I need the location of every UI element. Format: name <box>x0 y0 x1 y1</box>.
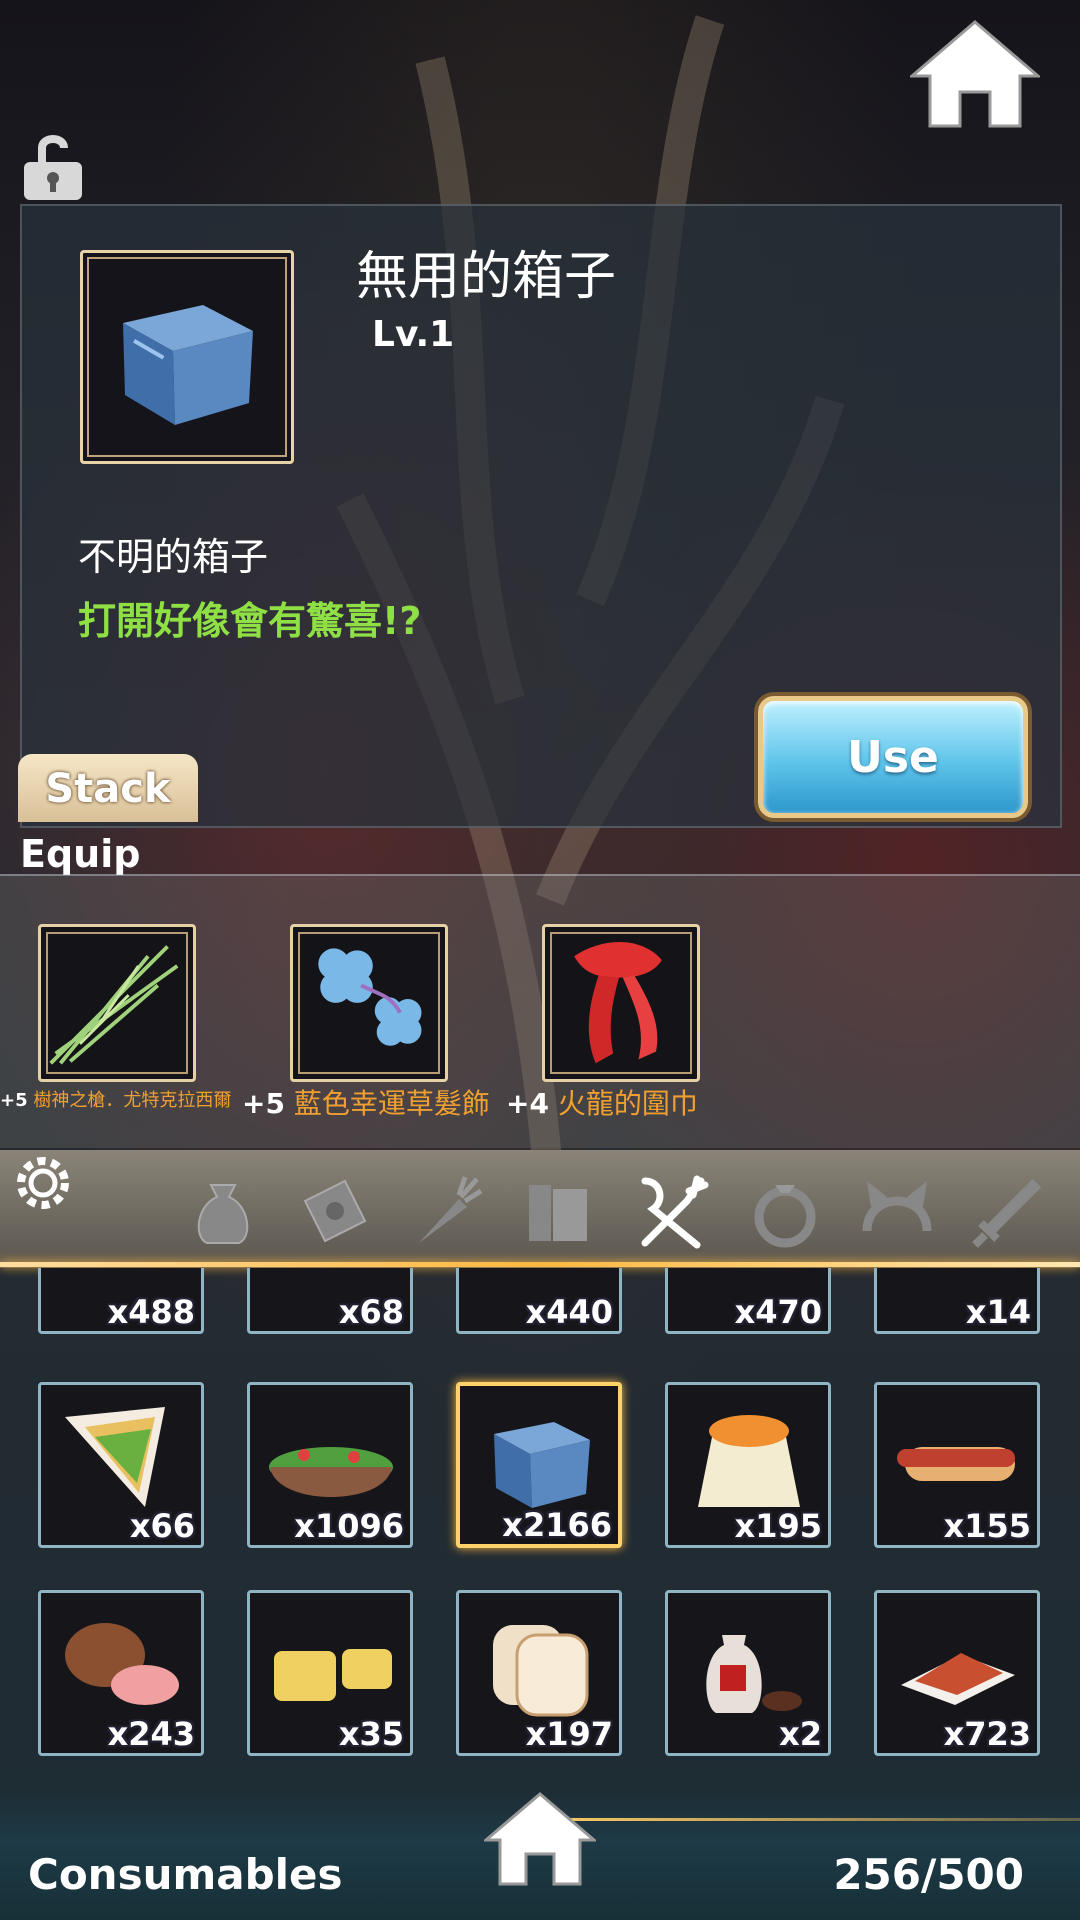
home-icon[interactable] <box>910 18 1040 130</box>
equip-caption-3: +4 火龍的圍巾 <box>506 1087 698 1120</box>
inventory-slot-spice[interactable]: x723 <box>874 1590 1040 1756</box>
inventory-slot-wine-jar[interactable]: x2 <box>665 1590 831 1756</box>
tab-headband[interactable] <box>854 1168 940 1254</box>
utensils-icon <box>641 1175 709 1249</box>
stack-tab[interactable]: Stack <box>18 754 198 822</box>
equip-caption-2: +5 藍色幸運草髮飾 <box>242 1087 490 1120</box>
inventory-grid: x488 x68 x440 x470 x14 x66 x1096 x2166 x… <box>0 1268 1080 1788</box>
bread-icon <box>493 1625 589 1717</box>
tab-underline <box>0 1262 1080 1267</box>
equip-slot-1[interactable] <box>38 924 196 1082</box>
item-level: Lv.1 <box>372 314 455 355</box>
item-hint: 打開好像會有驚喜!? <box>78 599 422 643</box>
hotdog-icon <box>897 1447 1015 1481</box>
clover-hairpin-icon <box>318 948 422 1046</box>
spear-icon <box>49 945 179 1065</box>
sword-icon <box>972 1178 1042 1248</box>
tab-food-ingredients[interactable] <box>404 1168 490 1254</box>
box-icon <box>123 305 253 425</box>
sandwich-icon <box>65 1407 165 1507</box>
footer-accent-line <box>540 1818 1080 1821</box>
unlock-icon[interactable] <box>20 130 86 202</box>
pudding-icon <box>698 1415 800 1507</box>
tab-bag[interactable] <box>180 1168 266 1254</box>
use-button[interactable]: Use <box>758 696 1028 818</box>
books-icon <box>529 1185 587 1241</box>
ham-icon <box>65 1623 179 1705</box>
inventory-slot-ham[interactable]: x243 <box>38 1590 204 1756</box>
inventory-slot-box-selected[interactable]: x2166 <box>456 1382 622 1548</box>
inventory-slot[interactable]: x14 <box>874 1268 1040 1334</box>
box-icon <box>494 1422 590 1508</box>
item-name: 無用的箱子 <box>356 247 617 307</box>
ring-icon <box>754 1185 816 1248</box>
carrot-icon <box>419 1176 483 1243</box>
inventory-count: 256/500 <box>833 1850 1024 1899</box>
inventory-slot[interactable]: x68 <box>247 1268 413 1334</box>
item-description: 不明的箱子 <box>78 535 269 579</box>
inventory-slot-salad[interactable]: x1096 <box>247 1382 413 1548</box>
item-icon-frame <box>80 250 294 464</box>
settings-gear-icon[interactable] <box>8 1148 78 1218</box>
equip-label: Equip <box>20 832 141 876</box>
equip-slot-3[interactable] <box>542 924 700 1082</box>
wine-jar-icon <box>706 1635 802 1713</box>
tab-books[interactable] <box>516 1168 602 1254</box>
cheese-icon <box>274 1649 392 1701</box>
tab-weapon[interactable] <box>966 1168 1052 1254</box>
inventory-slot-sandwich[interactable]: x66 <box>38 1382 204 1548</box>
equip-caption-1: +5 樹神之槍．尤特克拉西爾 <box>0 1090 232 1111</box>
scroll-icon <box>303 1179 367 1243</box>
tab-scroll[interactable] <box>292 1168 378 1254</box>
tab-consumables[interactable] <box>628 1168 714 1254</box>
red-scarf-icon <box>574 942 662 1064</box>
tab-ring[interactable] <box>742 1168 828 1254</box>
spice-icon <box>901 1653 1015 1705</box>
equip-slot-2[interactable] <box>290 924 448 1082</box>
category-label: Consumables <box>28 1850 343 1899</box>
inventory-slot-pudding[interactable]: x195 <box>665 1382 831 1548</box>
inventory-slot-hotdog[interactable]: x155 <box>874 1382 1040 1548</box>
item-detail-panel: 無用的箱子 Lv.1 不明的箱子 打開好像會有驚喜!? Use Stack <box>18 204 1062 828</box>
inventory-slot-cheese[interactable]: x35 <box>247 1590 413 1756</box>
inventory-slot[interactable]: x488 <box>38 1268 204 1334</box>
inventory-slot[interactable]: x440 <box>456 1268 622 1334</box>
home-icon[interactable] <box>484 1790 596 1888</box>
inventory-slot-bread[interactable]: x197 <box>456 1590 622 1756</box>
headband-icon <box>862 1181 932 1232</box>
salad-icon <box>269 1447 393 1497</box>
inventory-slot[interactable]: x470 <box>665 1268 831 1334</box>
bag-icon <box>197 1184 249 1244</box>
